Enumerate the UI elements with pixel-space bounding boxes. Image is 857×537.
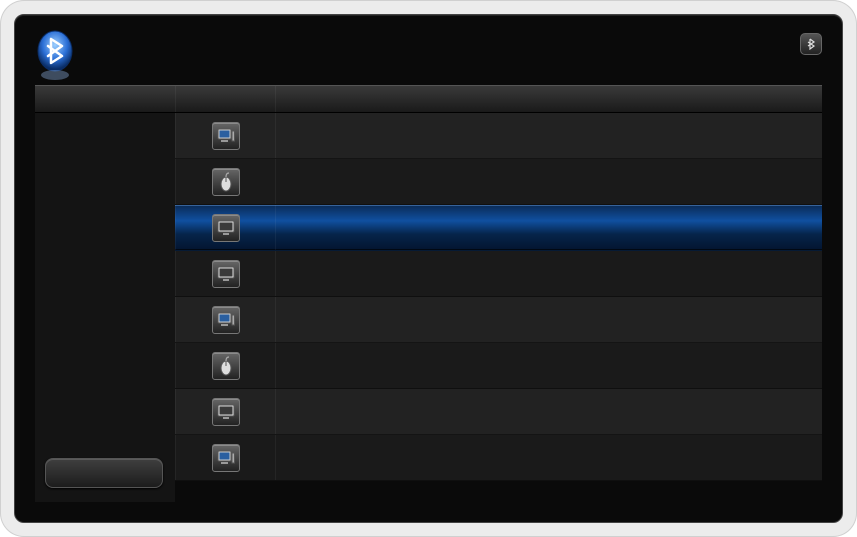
- header-col-category[interactable]: [35, 86, 175, 112]
- window-frame: [0, 0, 857, 537]
- device-icon-cell: [175, 343, 275, 388]
- device-row[interactable]: [175, 205, 822, 251]
- device-row[interactable]: [175, 297, 822, 343]
- device-icon-cell: [175, 389, 275, 434]
- header-col-icon[interactable]: [175, 86, 275, 112]
- titlebar: [35, 25, 822, 85]
- device-row[interactable]: [175, 113, 822, 159]
- device-row[interactable]: [175, 435, 822, 481]
- device-list: [175, 113, 822, 502]
- computer-icon: [212, 306, 240, 334]
- monitor-icon: [212, 398, 240, 426]
- bluetooth-logo-icon: [35, 29, 75, 83]
- monitor-icon: [212, 260, 240, 288]
- device-row[interactable]: [175, 343, 822, 389]
- device-row[interactable]: [175, 159, 822, 205]
- header-col-name[interactable]: [275, 86, 822, 112]
- table-header: [35, 85, 822, 113]
- device-name-cell: [275, 159, 822, 204]
- device-icon-cell: [175, 251, 275, 296]
- mouse-icon: [212, 168, 240, 196]
- device-name-cell: [275, 343, 822, 388]
- device-name-cell: [275, 435, 822, 480]
- device-name-cell: [275, 205, 822, 250]
- bluetooth-status-icon[interactable]: [800, 33, 822, 55]
- monitor-icon: [212, 214, 240, 242]
- computer-icon: [212, 444, 240, 472]
- device-icon-cell: [175, 113, 275, 158]
- device-name-cell: [275, 389, 822, 434]
- mouse-icon: [212, 352, 240, 380]
- sidebar: [35, 113, 175, 502]
- device-row[interactable]: [175, 389, 822, 435]
- device-name-cell: [275, 113, 822, 158]
- device-icon-cell: [175, 205, 275, 250]
- bluetooth-window: [14, 14, 843, 523]
- device-icon-cell: [175, 159, 275, 204]
- device-icon-cell: [175, 297, 275, 342]
- device-icon-cell: [175, 435, 275, 480]
- device-row[interactable]: [175, 251, 822, 297]
- device-name-cell: [275, 251, 822, 296]
- device-name-cell: [275, 297, 822, 342]
- content-area: [35, 113, 822, 502]
- action-button[interactable]: [45, 458, 163, 488]
- computer-icon: [212, 122, 240, 150]
